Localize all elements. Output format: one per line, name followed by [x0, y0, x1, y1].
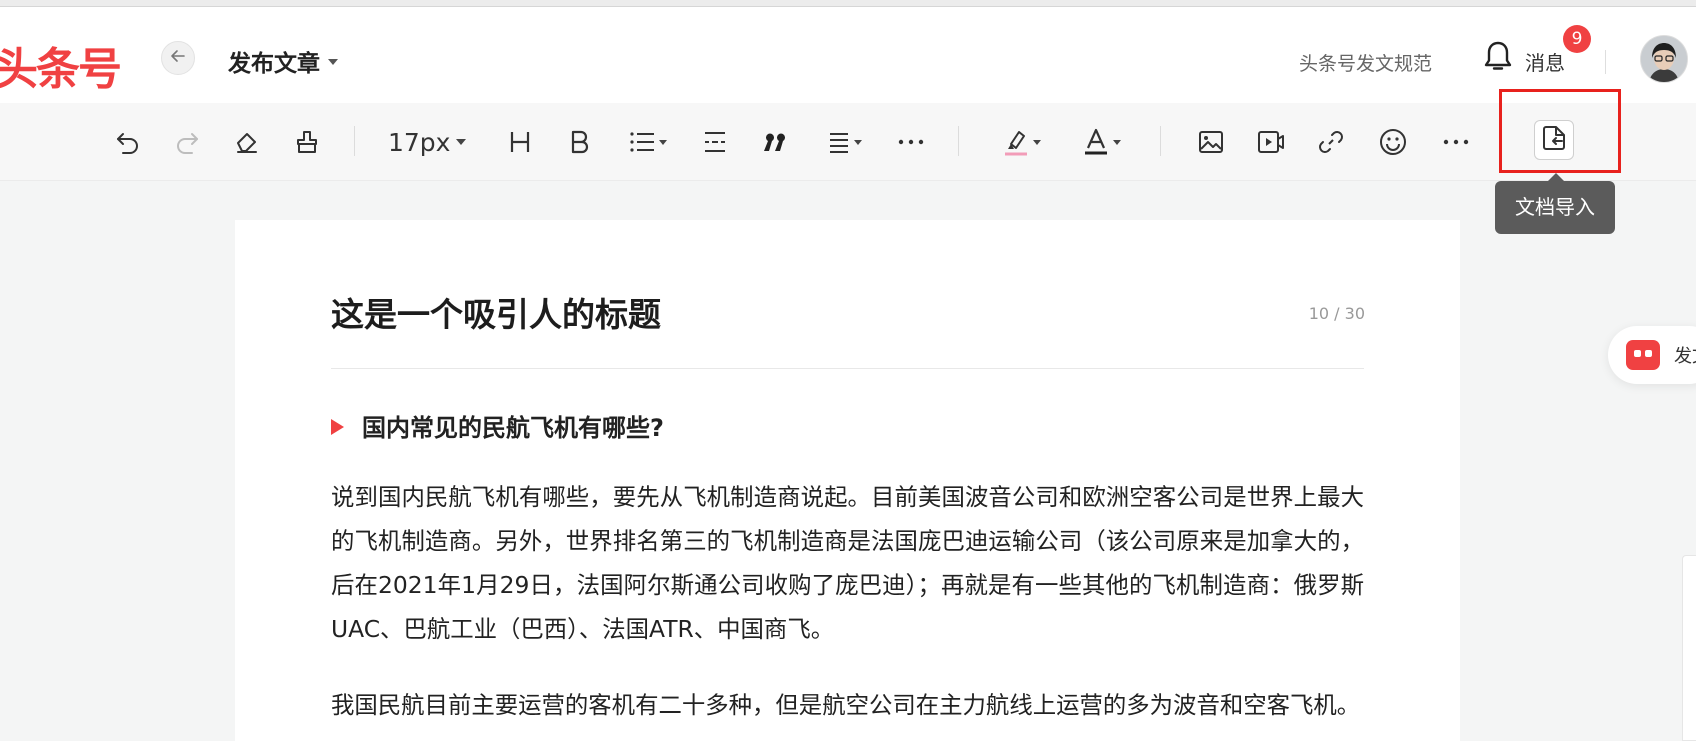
- triangle-bullet-icon: [331, 419, 344, 435]
- caret-down-icon: [1033, 139, 1041, 145]
- more-icon[interactable]: [896, 123, 926, 161]
- font-color-icon[interactable]: [1078, 123, 1126, 161]
- notification-badge: 9: [1563, 25, 1591, 53]
- logo[interactable]: 头条号: [0, 33, 122, 97]
- page-title: 发布文章: [228, 51, 320, 77]
- emoji-icon[interactable]: [1378, 123, 1408, 161]
- back-button[interactable]: [161, 41, 195, 75]
- side-panel-edge[interactable]: [1682, 555, 1696, 741]
- page-title-dropdown[interactable]: 发布文章: [228, 44, 338, 78]
- toolbar-separator: [354, 126, 355, 156]
- toolbar-separator: [958, 126, 959, 156]
- guidelines-link[interactable]: 头条号发文规范: [1299, 49, 1432, 76]
- font-size-value: 17px: [388, 127, 451, 157]
- font-size-dropdown[interactable]: 17px: [388, 123, 478, 161]
- list-icon[interactable]: [624, 123, 672, 161]
- robot-icon: [1626, 340, 1660, 370]
- bold-icon[interactable]: [566, 123, 594, 161]
- article-paragraph[interactable]: 说到国内民航飞机有哪些，要先从飞机制造商说起。目前美国波音公司和欧洲空客公司是世…: [331, 475, 1364, 651]
- more-icon[interactable]: [1441, 123, 1471, 161]
- side-assistant-button[interactable]: 发文: [1608, 326, 1696, 384]
- eraser-icon[interactable]: [231, 123, 263, 161]
- caret-down-icon: [854, 139, 862, 145]
- link-icon[interactable]: [1316, 123, 1346, 161]
- caret-down-icon: [456, 139, 467, 145]
- bell-icon[interactable]: [1483, 39, 1513, 79]
- article-subheading[interactable]: 国内常见的民航飞机有哪些?: [331, 408, 664, 443]
- divider-icon[interactable]: [701, 123, 729, 161]
- annotation-highlight-box: [1499, 89, 1621, 173]
- article-paragraph[interactable]: 我国民航目前主要运营的客机有二十多种，但是航空公司在主力航线上运营的多为波音和空…: [331, 683, 1364, 727]
- editor-toolbar: 17px: [0, 103, 1696, 181]
- caret-down-icon: [659, 139, 667, 145]
- format-painter-icon[interactable]: [291, 123, 323, 161]
- video-icon[interactable]: [1256, 123, 1286, 161]
- align-icon[interactable]: [821, 123, 869, 161]
- arrow-left-icon: [169, 47, 187, 69]
- title-char-count: 10 / 30: [1308, 304, 1365, 323]
- title-divider: [331, 368, 1364, 369]
- messages-label[interactable]: 消息: [1525, 47, 1565, 76]
- redo-icon[interactable]: [171, 123, 203, 161]
- quote-icon[interactable]: [760, 123, 788, 161]
- highlight-icon[interactable]: [998, 123, 1046, 161]
- heading-icon[interactable]: [506, 123, 534, 161]
- undo-icon[interactable]: [112, 123, 144, 161]
- import-tooltip: 文档导入: [1495, 173, 1615, 234]
- avatar[interactable]: [1640, 35, 1688, 83]
- caret-down-icon: [328, 58, 338, 65]
- image-icon[interactable]: [1196, 123, 1226, 161]
- header-divider: [1605, 50, 1606, 74]
- editor-paper: 这是一个吸引人的标题 10 / 30 国内常见的民航飞机有哪些? 说到国内民航飞…: [235, 220, 1460, 741]
- caret-down-icon: [1113, 139, 1121, 145]
- top-header: 头条号 发布文章 头条号发文规范 消息 9: [0, 7, 1696, 103]
- subheading-text: 国内常见的民航飞机有哪些?: [362, 414, 664, 442]
- toolbar-separator: [1160, 126, 1161, 156]
- side-assistant-label: 发文: [1674, 346, 1696, 367]
- article-title[interactable]: 这是一个吸引人的标题: [331, 288, 661, 336]
- browser-top-strip: [0, 0, 1696, 7]
